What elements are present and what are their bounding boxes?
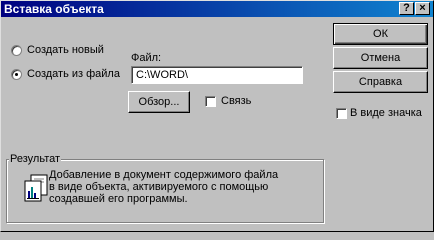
file-label: Файл: xyxy=(131,52,162,64)
as-icon-checkbox[interactable] xyxy=(336,108,347,119)
help-title-button[interactable]: ? xyxy=(399,2,414,15)
close-title-button[interactable]: × xyxy=(415,2,430,15)
result-line: Добавление в документ содержимого файла xyxy=(49,169,279,181)
cancel-button[interactable]: Отмена xyxy=(333,47,428,69)
result-description: Добавление в документ содержимого файла … xyxy=(49,169,317,205)
insert-object-dialog: Вставка объекта ? × Создать новый Создат… xyxy=(0,0,434,232)
file-path-input[interactable]: C:\WORD\ xyxy=(131,66,303,84)
window-title: Вставка объекта xyxy=(4,2,104,16)
insert-file-object-icon xyxy=(24,174,48,202)
radio-selected-dot xyxy=(15,73,18,76)
title-bar[interactable]: Вставка объекта ? × xyxy=(1,1,433,17)
help-button[interactable]: Справка xyxy=(333,71,428,93)
result-line: создавшей его программы. xyxy=(49,193,188,205)
result-line: в виде объекта, активируемого с помощью xyxy=(49,181,269,193)
create-from-file-radio[interactable] xyxy=(11,69,22,80)
link-label[interactable]: Связь xyxy=(221,95,251,108)
link-checkbox[interactable] xyxy=(205,96,216,107)
ok-button[interactable]: ОК xyxy=(333,23,428,45)
result-group-label: Результат xyxy=(9,153,62,166)
browse-button[interactable]: Обзор... xyxy=(128,91,190,113)
as-icon-label[interactable]: В виде значка xyxy=(350,107,422,120)
create-new-radio[interactable] xyxy=(11,45,22,56)
create-from-file-label[interactable]: Создать из файла xyxy=(27,68,120,81)
create-new-label[interactable]: Создать новый xyxy=(27,44,104,57)
